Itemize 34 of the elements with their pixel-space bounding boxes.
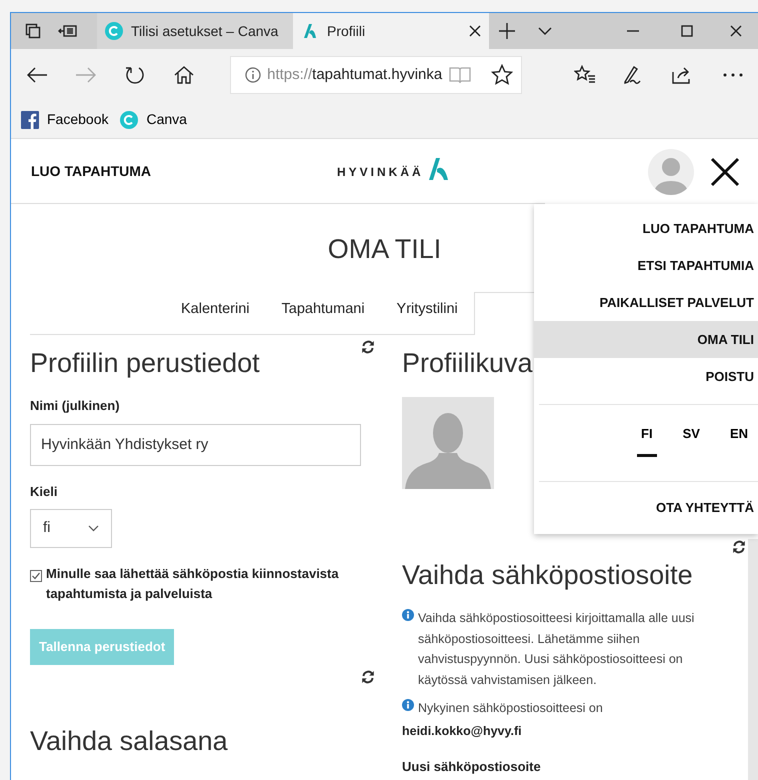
- address-text: https://tapahtumat.hyvinka: [267, 64, 443, 85]
- info-text: Nykyinen sähköpostiosoitteesi on: [418, 700, 604, 717]
- language-option[interactable]: SV: [678, 423, 704, 457]
- language-select[interactable]: fi: [30, 509, 112, 548]
- menu-item[interactable]: LUO TAPAHTUMA: [534, 210, 758, 247]
- create-event-link[interactable]: LUO TAPAHTUMA: [31, 160, 152, 182]
- profile-tab[interactable]: Kalenterini: [165, 292, 266, 334]
- browser-tab[interactable]: Tilisi asetukset – Canva: [97, 13, 293, 49]
- page-title: OMA TILI: [328, 234, 442, 264]
- menu-item[interactable]: ETSI TAPAHTUMIA: [534, 247, 758, 284]
- checkbox-label: Minulle saa lähettää sähköpostia kiinnostavista tapahtumista ja palveluista: [46, 565, 340, 603]
- browser-tab[interactable]: Profiili: [293, 13, 489, 49]
- menu-item[interactable]: PAIKALLISET PALVELUT: [534, 284, 758, 321]
- section-heading: Vaihda sähköpostiosoite: [402, 559, 693, 592]
- field-label: Kieli: [30, 482, 58, 500]
- field-label: Uusi sähköpostiosoite: [402, 758, 542, 776]
- bookmark-link[interactable]: Facebook: [19, 109, 110, 130]
- contact-link[interactable]: OTA YHTEYTTÄ: [534, 482, 758, 534]
- language-option[interactable]: EN: [726, 423, 752, 457]
- bookmark-link[interactable]: Canva: [118, 109, 189, 130]
- profile-tab[interactable]: Tapahtumani: [266, 292, 381, 334]
- section-heading: Vaihda salasana: [30, 725, 228, 758]
- menu-item[interactable]: POISTU: [534, 358, 758, 395]
- field-label: Nimi (julkinen): [30, 397, 121, 415]
- section-heading: Profiilikuva: [402, 347, 533, 380]
- menu-item[interactable]: OMA TILI: [534, 321, 758, 358]
- logo-text: HYVINKÄÄ: [337, 164, 424, 181]
- info-text: Vaihda sähköpostiosoitteesi kirjoittamalla alle uusi sähköpostiosoitteesi. Lähetämme siihen vahvistuspyynnön. Uusi sähköpostiosoitteesi on käytössä vahvistamisen jälkeen.: [418, 610, 696, 689]
- language-option[interactable]: FI: [637, 423, 657, 457]
- name-input[interactable]: Hyvinkään Yhdistykset ry: [30, 424, 361, 466]
- profile-tab[interactable]: Yritystilini: [380, 292, 474, 334]
- email-address: heidi.kokko@hyvy.fi: [402, 722, 522, 740]
- address-bar[interactable]: https://tapahtumat.hyvinka: [230, 56, 522, 94]
- section-heading: Profiilin perustiedot: [30, 347, 260, 380]
